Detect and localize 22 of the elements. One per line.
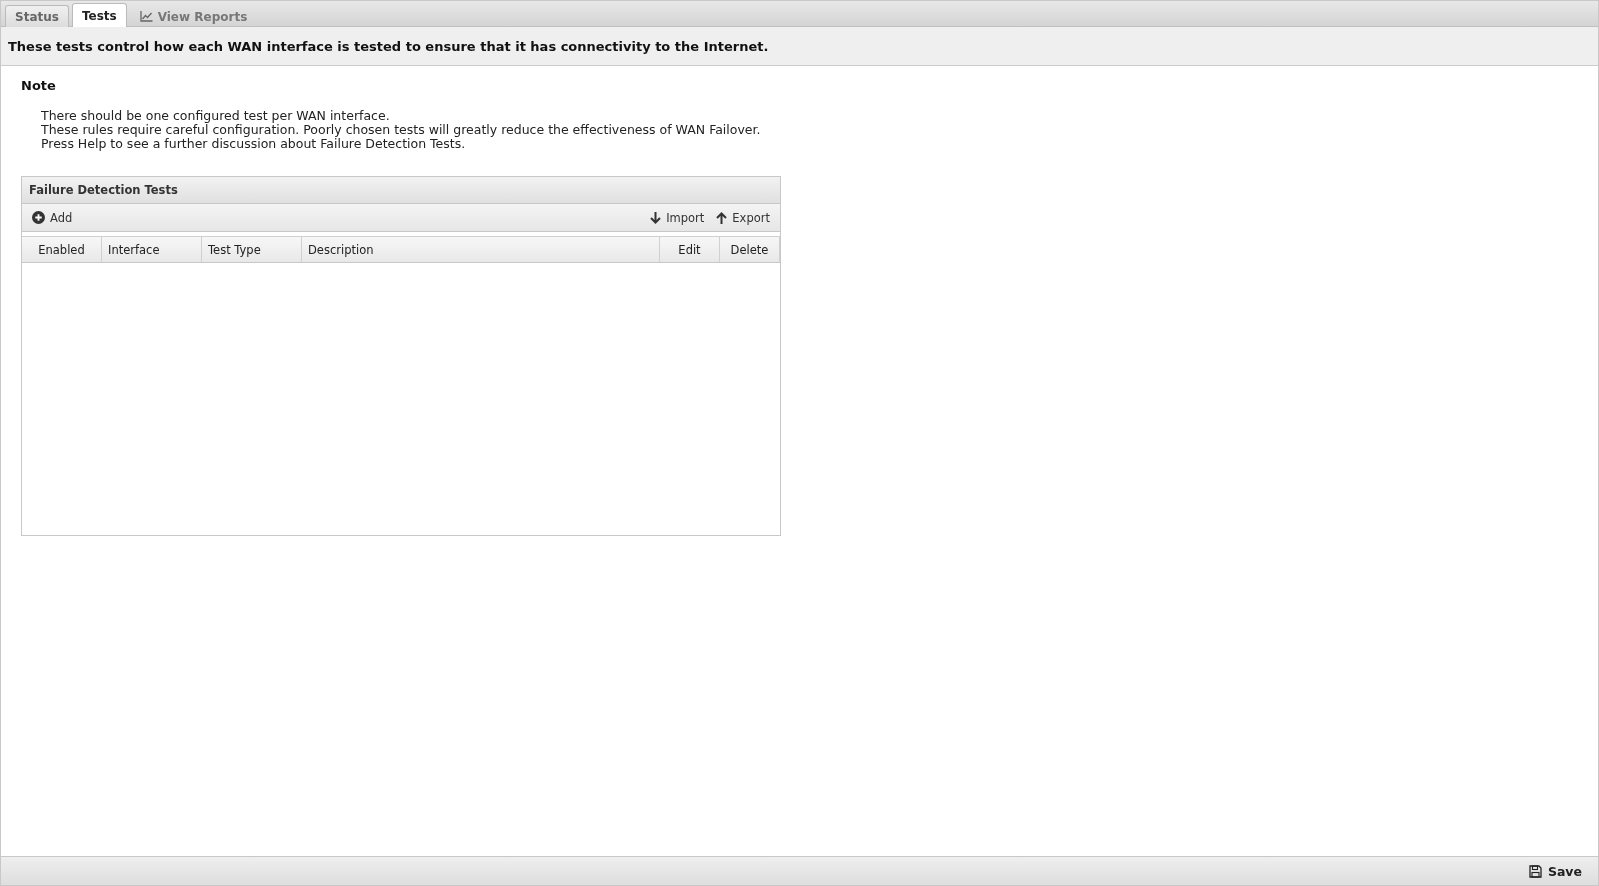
intro-text: These tests control how each WAN interface is tested to ensure that it has connectivity to the Internet.: [8, 38, 769, 54]
tab[interactable]: Tests: [71, 3, 127, 27]
column-header[interactable]: Test Type: [202, 237, 302, 262]
note-line: These rules require careful configuration. Poorly chosen tests will greatly reduce the effectiveness of WAN Failover.: [41, 123, 762, 137]
save-button[interactable]: Save: [1522, 862, 1588, 880]
import-button[interactable]: Import: [644, 208, 711, 227]
export-button[interactable]: Export: [710, 208, 776, 227]
tab[interactable]: Status: [5, 5, 69, 27]
column-header[interactable]: Delete: [720, 237, 780, 262]
plus-circle-icon: [32, 211, 45, 224]
note-line: There should be one configured test per WAN interface.: [41, 109, 391, 123]
add-button[interactable]: Add: [26, 208, 79, 227]
column-header[interactable]: Edit: [660, 237, 720, 262]
column-header[interactable]: Enabled: [22, 237, 102, 262]
arrow-down-icon: [650, 211, 662, 224]
note-line: Press Help to see a further discussion about Failure Detection Tests.: [41, 137, 466, 151]
column-header[interactable]: Interface: [102, 237, 202, 262]
column-header[interactable]: Description: [302, 237, 660, 262]
chart-icon: [139, 11, 153, 22]
arrow-up-icon: [716, 211, 728, 224]
note-title: Note: [21, 78, 57, 93]
panel-title: Failure Detection Tests: [29, 183, 178, 197]
